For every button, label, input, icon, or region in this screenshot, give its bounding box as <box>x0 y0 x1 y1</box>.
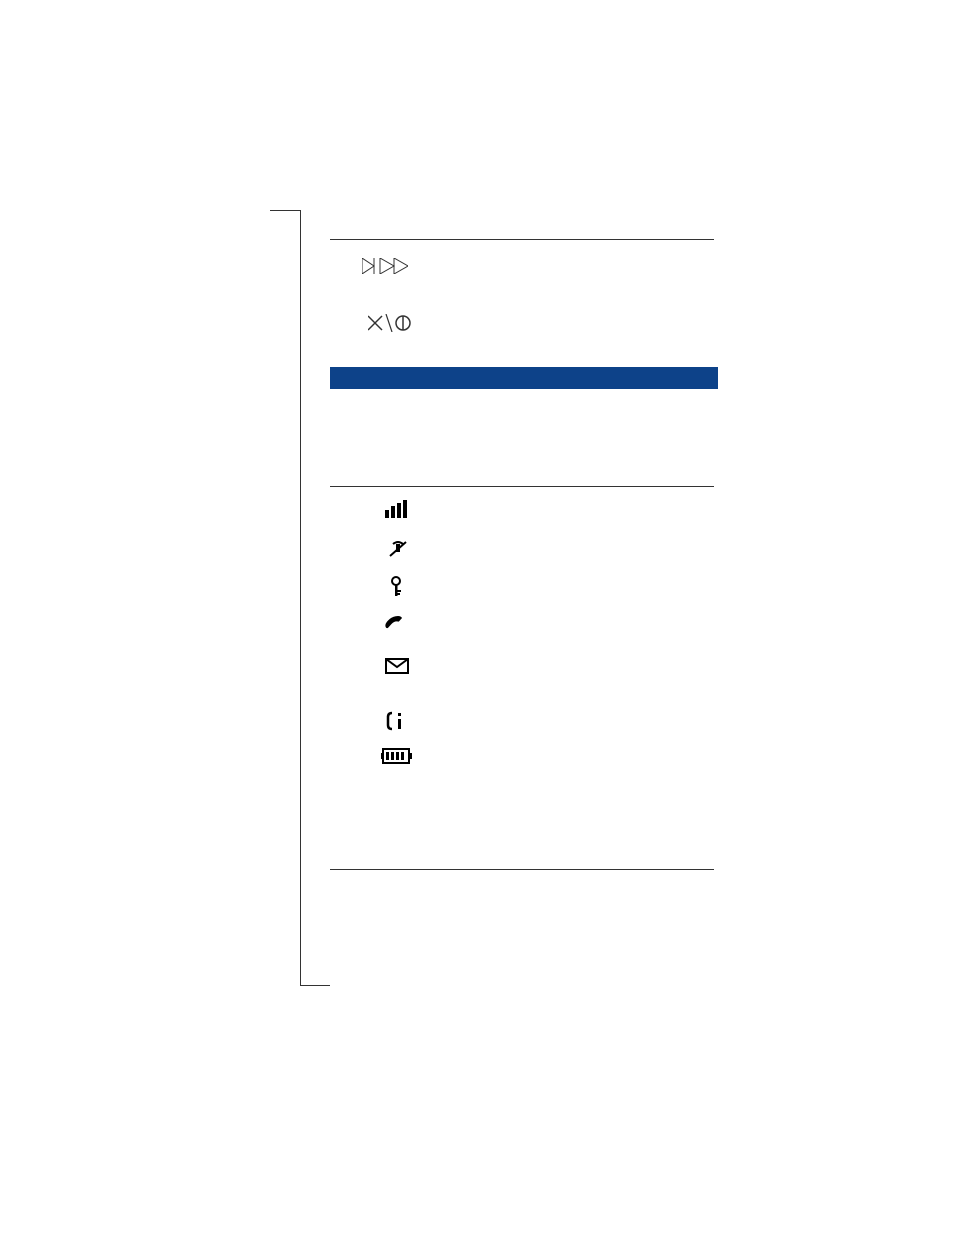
key-lock-icon <box>390 576 406 596</box>
play-forward-icon <box>362 258 408 274</box>
divider <box>330 869 714 870</box>
handsfree-info-icon <box>386 711 406 731</box>
divider <box>330 239 714 240</box>
phone-icon <box>385 615 409 631</box>
bracket-bottom <box>300 985 330 986</box>
divider <box>330 486 714 487</box>
bracket-top <box>270 210 300 211</box>
ringer-off-icon <box>389 540 407 558</box>
bracket-vertical <box>300 210 301 985</box>
envelope-icon <box>385 658 409 674</box>
signal-bars-icon <box>385 500 413 518</box>
section-highlight <box>330 367 718 389</box>
x-power-icon <box>368 314 412 332</box>
battery-icon <box>381 748 413 764</box>
